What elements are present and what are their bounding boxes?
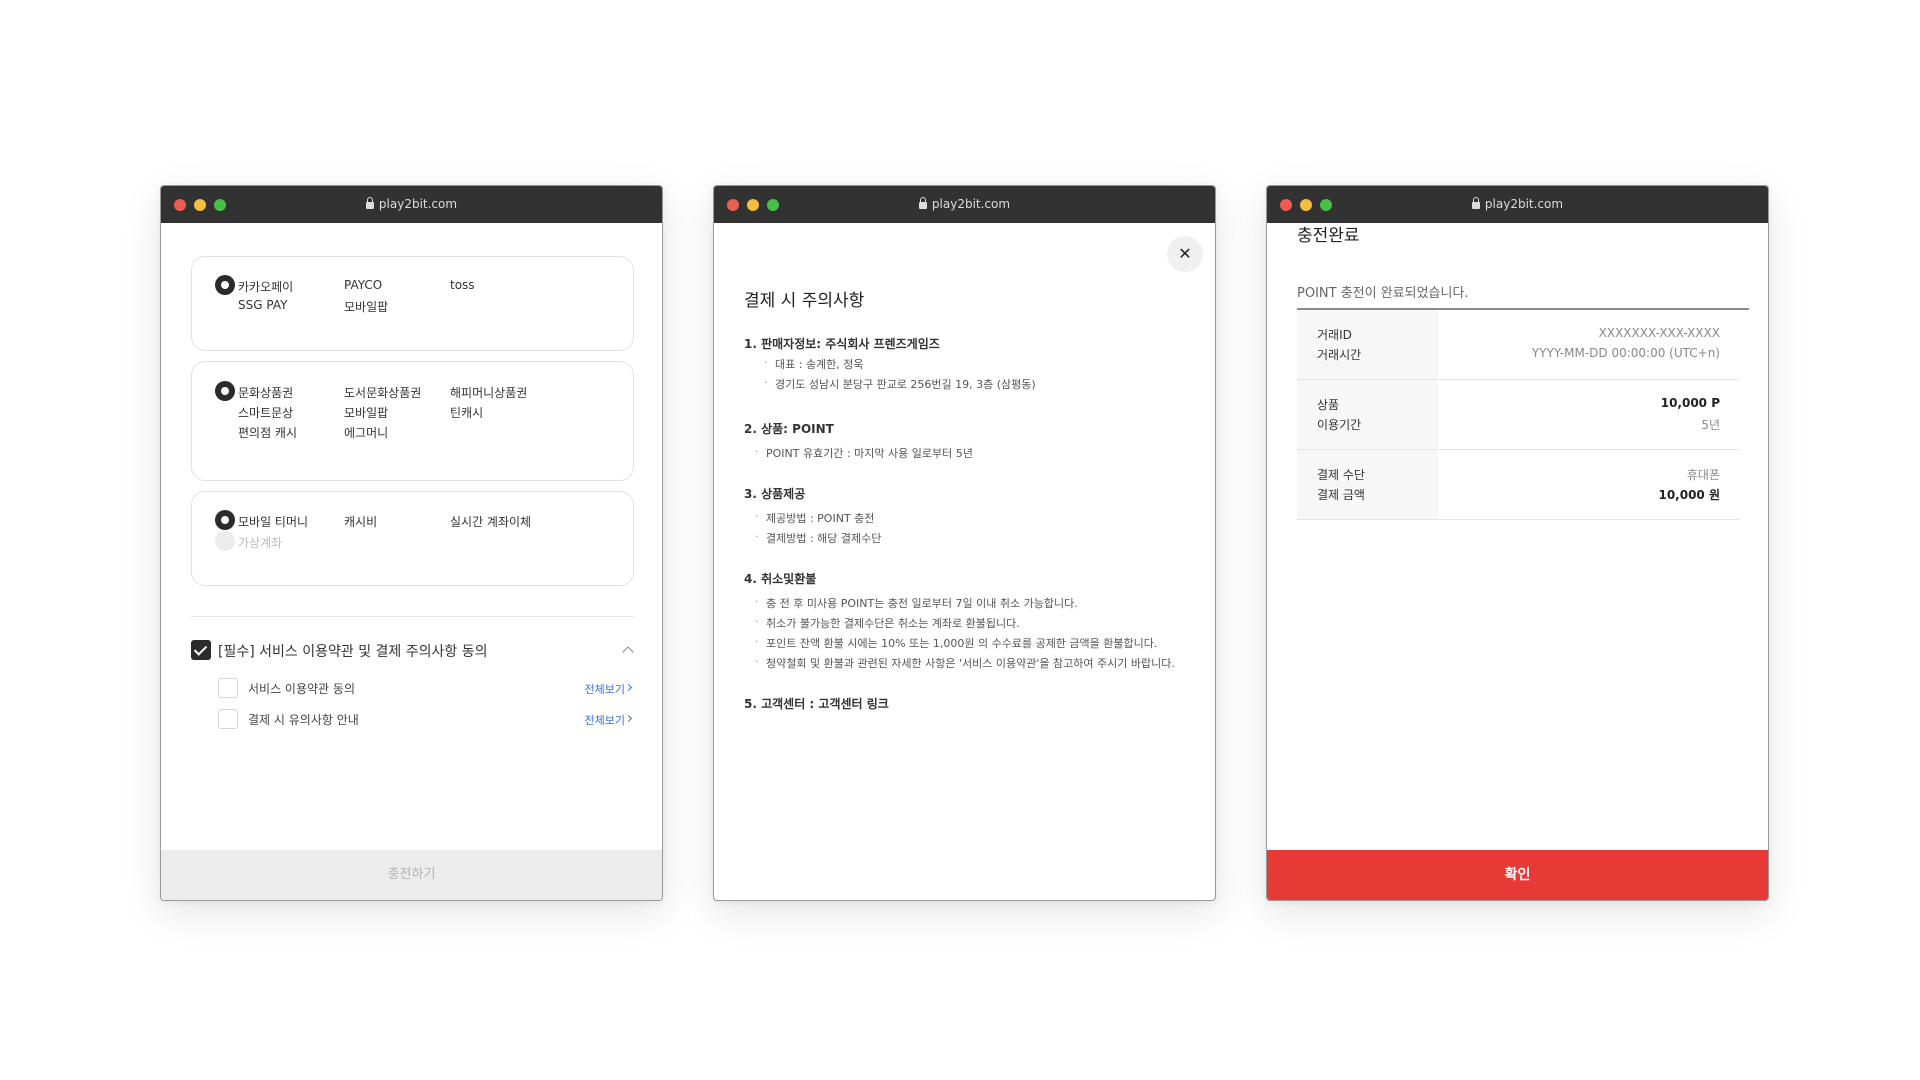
payment-notice-window: play2bit.com ✕ 결제 시 주의사항 1. 판매자정보: 주식회사 … [713, 185, 1216, 901]
option-virtual-account: 가상계좌 [238, 536, 283, 550]
option-smart-culture[interactable]: 스마트문상 [238, 404, 293, 421]
notice-label: 결제 시 유의사항 안내 [248, 713, 359, 727]
notice-bullet: 청약철회 및 환불과 관련된 자세한 사항은 '서비스 이용약관'을 참고하여 … [755, 655, 1175, 671]
terms-view-all-link[interactable]: 전체보기 [585, 681, 625, 697]
browser-titlebar: play2bit.com [1267, 186, 1768, 223]
receipt-table: 거래ID 거래시간 XXXXXXX-XXX-XXXX YYYY-MM-DD 00… [1297, 310, 1740, 520]
option-payco[interactable]: PAYCO [344, 278, 382, 292]
section-support-heading[interactable]: 5. 고객센터 : 고객센터 링크 [744, 695, 889, 712]
terms-label: 서비스 이용약관 동의 [248, 682, 355, 696]
table-row: 거래ID 거래시간 XXXXXXX-XXX-XXXX YYYY-MM-DD 00… [1297, 310, 1740, 380]
radio-disabled-icon [215, 531, 235, 551]
section-seller-heading: 1. 판매자정보: 주식회사 프렌즈게임즈 [744, 337, 940, 351]
agree-all-label[interactable]: [필수] 서비스 이용약관 및 결제 주의사항 동의 [218, 641, 487, 661]
url-text: play2bit.com [1484, 197, 1564, 211]
notice-bullet: 취소가 불가능한 결제수단은 취소는 계좌로 환불됩니다. [755, 615, 1020, 631]
notice-title: 결제 시 주의사항 [744, 291, 865, 311]
section-product-heading: 2. 상품: POINT [744, 422, 834, 436]
radio-selected-icon[interactable] [215, 510, 235, 530]
chevron-right-icon[interactable] [624, 714, 633, 723]
transaction-id-label: 거래ID [1317, 328, 1352, 342]
payment-amount-label: 결제 금액 [1317, 488, 1365, 502]
easy-pay-group: 카카오페이 PAYCO toss SSG PAY 모바일팝 [191, 256, 634, 351]
notice-bullet: 제공방법 : POINT 충전 [755, 510, 874, 526]
chevron-up-icon[interactable] [622, 646, 634, 658]
page-title: 충전완료 [1297, 226, 1360, 246]
option-convenience-cash[interactable]: 편의점 캐시 [238, 424, 297, 441]
address-bar: play2bit.com [161, 197, 662, 211]
option-mobilepop[interactable]: 모바일팝 [344, 298, 388, 315]
option-kakaopay[interactable]: 카카오페이 [238, 278, 293, 295]
period-label: 이용기간 [1317, 418, 1362, 432]
gift-card-group: 문화상품권 도서문화상품권 해피머니상품권 스마트문상 모바일팝 틴캐시 편의점… [191, 361, 634, 481]
option-cashbee[interactable]: 캐시비 [344, 513, 377, 530]
complete-message: POINT 충전이 완료되었습니다. [1297, 286, 1469, 301]
payment-method-window: play2bit.com 카카오페이 PAYCO toss SSG PAY 모바… [160, 185, 663, 901]
lock-icon [918, 197, 927, 209]
chevron-right-icon[interactable] [624, 683, 633, 692]
option-happymoney[interactable]: 해피머니상품권 [450, 384, 527, 401]
notice-bullet: 경기도 성남시 분당구 판교로 256번길 19, 3층 (삼평동) [764, 376, 1036, 392]
section-refund-heading: 4. 취소및환불 [744, 572, 817, 586]
browser-titlebar: play2bit.com [714, 186, 1215, 223]
notice-bullet: 충 전 후 미사용 POINT는 충전 일로부터 7일 이내 취소 가능합니다. [755, 595, 1078, 611]
option-culture-giftcard[interactable]: 문화상품권 [238, 384, 293, 401]
lock-icon [365, 197, 374, 209]
option-realtime-transfer[interactable]: 실시간 계좌이체 [450, 513, 531, 530]
product-value: 10,000 P [1660, 396, 1720, 410]
divider [191, 616, 634, 617]
option-toss[interactable]: toss [450, 278, 475, 292]
agree-all-checkbox[interactable] [191, 640, 211, 660]
close-icon[interactable]: ✕ [1167, 236, 1203, 272]
period-value: 5년 [1701, 418, 1720, 432]
option-mobilepop[interactable]: 모바일팝 [344, 404, 388, 421]
payment-method-label: 결제 수단 [1317, 468, 1365, 482]
notice-view-all-link[interactable]: 전체보기 [585, 712, 625, 728]
notice-bullet: POINT 유효기간 : 마지막 사용 일로부터 5년 [755, 445, 973, 461]
product-label: 상품 [1317, 398, 1340, 412]
label-cell [1297, 310, 1438, 379]
notice-bullet: 대표 : 송계한, 정욱 [764, 356, 863, 372]
transaction-time-label: 거래시간 [1317, 348, 1362, 362]
transaction-id-value: XXXXXXX-XXX-XXXX [1598, 326, 1720, 340]
url-text: play2bit.com [378, 197, 458, 211]
section-delivery-heading: 3. 상품제공 [744, 487, 806, 501]
label-cell [1297, 450, 1438, 519]
confirm-button[interactable]: 확인 [1267, 850, 1768, 900]
transaction-time-value: YYYY-MM-DD 00:00:00 (UTC+n) [1531, 346, 1720, 360]
table-row: 결제 수단 결제 금액 휴대폰 10,000 원 [1297, 450, 1740, 520]
payment-method-value: 휴대폰 [1686, 468, 1720, 482]
radio-selected-icon[interactable] [215, 381, 235, 401]
address-bar: play2bit.com [714, 197, 1215, 211]
notice-checkbox[interactable] [218, 709, 238, 729]
payment-amount-value: 10,000 원 [1658, 488, 1720, 502]
mobile-transfer-group: 모바일 티머니 캐시비 실시간 계좌이체 가상계좌 [191, 491, 634, 586]
lock-icon [1471, 197, 1480, 209]
table-row: 상품 이용기간 10,000 P 5년 [1297, 380, 1740, 450]
notice-bullet: 결제방법 : 해당 결제수단 [755, 530, 881, 546]
terms-checkbox[interactable] [218, 678, 238, 698]
option-mobile-tmoney[interactable]: 모바일 티머니 [238, 513, 308, 530]
radio-selected-icon[interactable] [215, 275, 235, 295]
option-teencash[interactable]: 틴캐시 [450, 404, 483, 421]
charge-complete-window: play2bit.com 충전완료 POINT 충전이 완료되었습니다. 거래I… [1266, 185, 1769, 901]
notice-bullet: 포인트 잔액 환불 시에는 10% 또는 1,000원 의 수수료를 공제한 금… [755, 635, 1157, 651]
charge-button[interactable]: 충전하기 [161, 850, 662, 900]
option-eggmoney[interactable]: 에그머니 [344, 424, 388, 441]
option-ssgpay[interactable]: SSG PAY [238, 298, 287, 312]
url-text: play2bit.com [931, 197, 1011, 211]
browser-titlebar: play2bit.com [161, 186, 662, 223]
address-bar: play2bit.com [1267, 197, 1768, 211]
option-book-giftcard[interactable]: 도서문화상품권 [344, 384, 421, 401]
label-cell [1297, 380, 1438, 449]
